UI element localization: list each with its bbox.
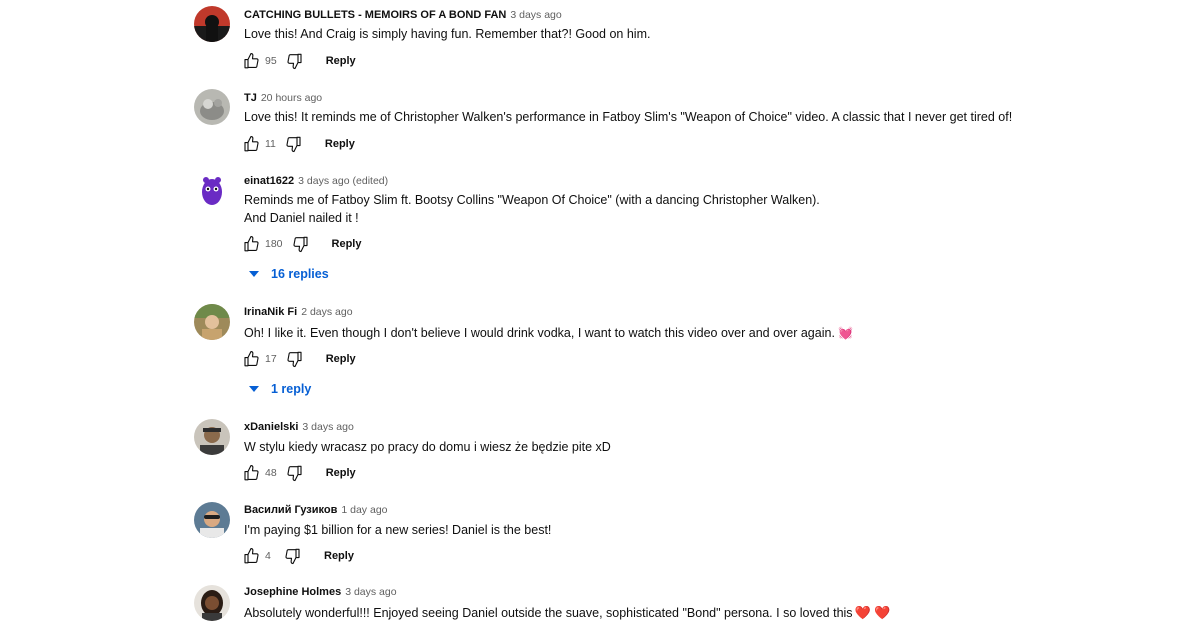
thumbs-up-icon[interactable]: [242, 52, 260, 70]
reply-button[interactable]: Reply: [325, 138, 355, 150]
comment-author[interactable]: IrinaNik Fi: [244, 306, 297, 318]
comment-timestamp[interactable]: 3 days ago: [345, 586, 396, 598]
comment-header: IrinaNik Fi 2 days ago: [244, 305, 353, 319]
avatar[interactable]: [194, 6, 230, 42]
like-count: 180: [265, 238, 283, 250]
comment-actions: 11 Reply: [242, 134, 355, 154]
heart-emoji: ❤️ ❤️: [854, 605, 891, 620]
avatar[interactable]: [194, 502, 230, 538]
comment-timestamp[interactable]: 1 day ago: [341, 504, 387, 516]
reply-button[interactable]: Reply: [326, 353, 356, 365]
reply-button[interactable]: Reply: [326, 467, 356, 479]
comment-header: Василий Гузиков 1 day ago: [244, 503, 388, 517]
comment-text-line: Love this! It reminds me of Christopher …: [244, 110, 1013, 124]
comment-text: Love this! It reminds me of Christopher …: [244, 108, 1012, 126]
comment-text-line: Absolutely wonderful!!! Enjoyed seeing D…: [244, 605, 891, 620]
comment-text: Reminds me of Fatboy Slim ft. Bootsy Col…: [244, 191, 820, 227]
avatar[interactable]: [194, 89, 230, 125]
replies-count-label: 1 reply: [271, 382, 312, 396]
comment-text: Absolutely wonderful!!! Enjoyed seeing D…: [244, 604, 891, 622]
comment-author[interactable]: Василий Гузиков: [244, 504, 337, 516]
comment-header: einat1622 3 days ago (edited): [244, 174, 388, 188]
comment-timestamp[interactable]: 3 days ago: [510, 9, 561, 21]
view-replies-button[interactable]: 1 reply: [246, 378, 311, 400]
comment-author[interactable]: Josephine Holmes: [244, 586, 341, 598]
caret-down-icon: [249, 386, 259, 392]
comment-author[interactable]: CATCHING BULLETS - MEMOIRS OF A BOND FAN: [244, 9, 506, 21]
replies-count-label: 16 replies: [271, 267, 329, 281]
like-count: 11: [265, 138, 276, 150]
avatar[interactable]: [194, 419, 230, 455]
comment-author[interactable]: TJ: [244, 92, 257, 104]
comment-actions: 95 Reply: [242, 51, 356, 71]
comment-timestamp[interactable]: 3 days ago: [298, 175, 349, 187]
thumbs-down-icon[interactable]: [284, 547, 302, 565]
thumbs-up-icon[interactable]: [242, 350, 260, 368]
reply-button[interactable]: Reply: [326, 55, 356, 67]
view-replies-button[interactable]: 16 replies: [246, 263, 329, 285]
thumbs-up-icon[interactable]: [242, 135, 260, 153]
comment-actions: 48 Reply: [242, 463, 356, 483]
comment-text-line: Love this! And Craig is simply having fu…: [244, 27, 651, 41]
comment-actions: 17 Reply: [242, 349, 356, 369]
comment-text: Oh! I like it. Even though I don't belie…: [244, 324, 853, 342]
thumbs-down-icon[interactable]: [292, 235, 310, 253]
comment-text: Love this! And Craig is simply having fu…: [244, 25, 650, 43]
like-count: 95: [265, 55, 277, 67]
like-count: 48: [265, 467, 277, 479]
comment-text-line: Reminds me of Fatboy Slim ft. Bootsy Col…: [244, 193, 820, 207]
thumbs-down-icon[interactable]: [286, 350, 304, 368]
like-count: 17: [265, 353, 277, 365]
caret-down-icon: [249, 271, 259, 277]
comment-timestamp[interactable]: 2 days ago: [301, 306, 352, 318]
avatar[interactable]: [194, 172, 230, 208]
comment-text-line: And Daniel nailed it !: [244, 211, 359, 225]
comment-actions: 4 Reply: [242, 546, 354, 566]
comment-timestamp[interactable]: 3 days ago: [302, 421, 353, 433]
thumbs-up-icon[interactable]: [242, 235, 260, 253]
edited-label: (edited): [352, 175, 389, 187]
comment-author[interactable]: xDanielski: [244, 421, 298, 433]
comments-section: CATCHING BULLETS - MEMOIRS OF A BOND FAN…: [0, 0, 1200, 630]
heart-emoji: 💓: [838, 326, 854, 340]
thumbs-down-icon[interactable]: [285, 135, 303, 153]
comment-text: I'm paying $1 billion for a new series! …: [244, 521, 551, 539]
comment-actions: 180 Reply: [242, 234, 362, 254]
avatar[interactable]: [194, 304, 230, 340]
like-count: 4: [265, 550, 271, 562]
comment-header: CATCHING BULLETS - MEMOIRS OF A BOND FAN…: [244, 8, 562, 22]
comment-text-line: W stylu kiedy wracasz po pracy do domu i…: [244, 440, 611, 454]
avatar[interactable]: [194, 585, 230, 621]
thumbs-up-icon[interactable]: [242, 547, 260, 565]
comment-text-line: I'm paying $1 billion for a new series! …: [244, 523, 552, 537]
reply-button[interactable]: Reply: [332, 238, 362, 250]
comment-text-line: Oh! I like it. Even though I don't belie…: [244, 326, 854, 340]
comment-header: TJ 20 hours ago: [244, 91, 322, 105]
reply-button[interactable]: Reply: [324, 550, 354, 562]
thumbs-down-icon[interactable]: [286, 52, 304, 70]
comment-header: xDanielski 3 days ago: [244, 420, 354, 434]
comment-header: Josephine Holmes 3 days ago: [244, 585, 397, 599]
comment-text: W stylu kiedy wracasz po pracy do domu i…: [244, 438, 611, 456]
thumbs-up-icon[interactable]: [242, 464, 260, 482]
comment-author[interactable]: einat1622: [244, 175, 294, 187]
thumbs-down-icon[interactable]: [286, 464, 304, 482]
comment-timestamp[interactable]: 20 hours ago: [261, 92, 322, 104]
